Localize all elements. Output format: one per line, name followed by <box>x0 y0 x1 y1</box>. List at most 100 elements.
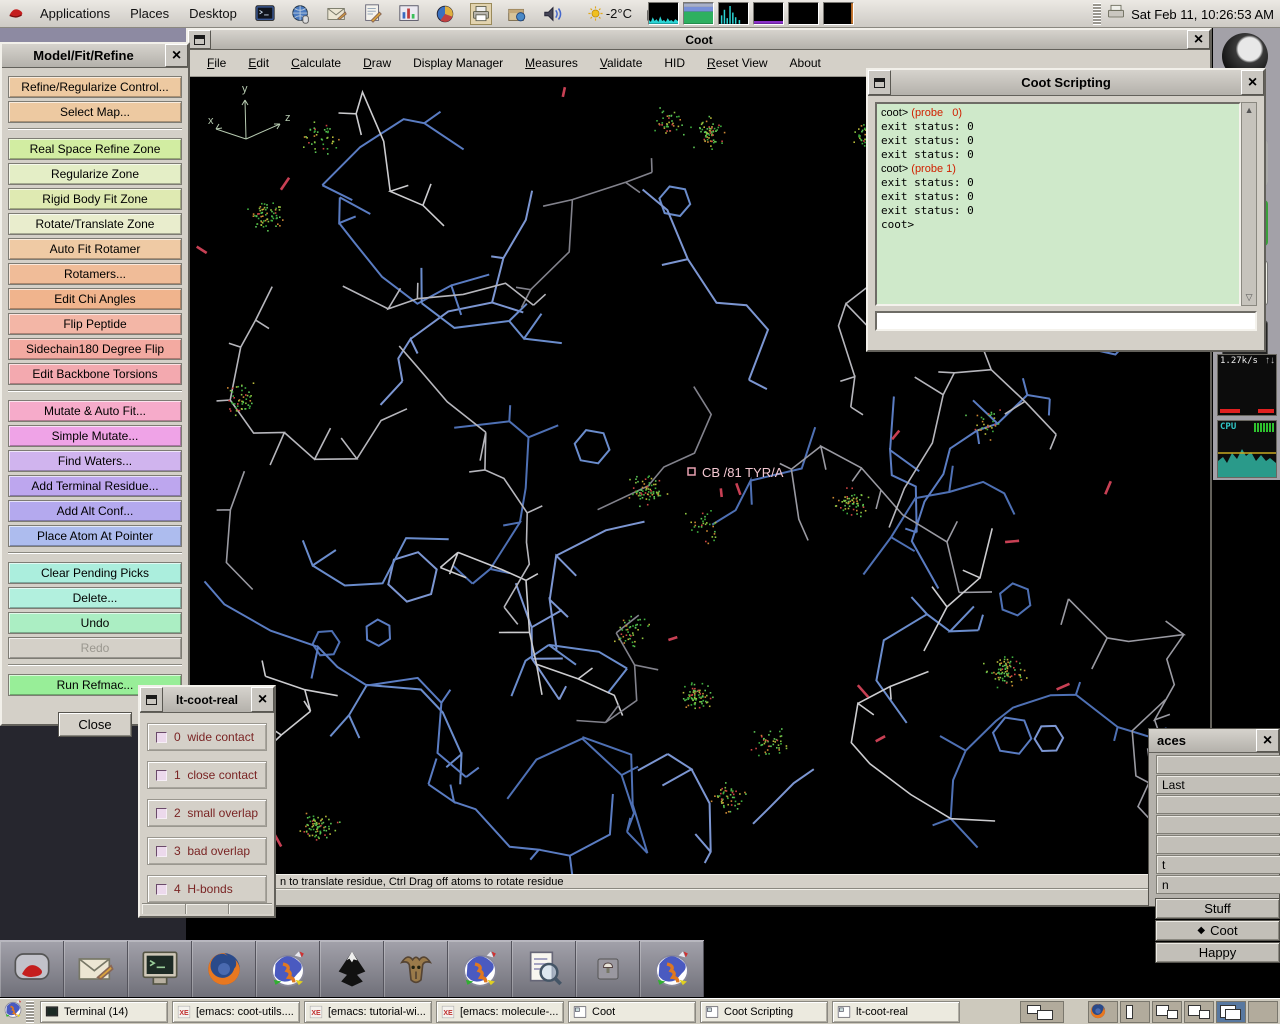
system-monitor-applet[interactable] <box>823 2 854 25</box>
window-menu-button[interactable] <box>188 30 211 49</box>
launcher-redhat[interactable] <box>0 941 64 997</box>
model-button-flip-peptide[interactable]: Flip Peptide <box>8 313 182 335</box>
model-button-sidechain180-degree-flip[interactable]: Sidechain180 Degree Flip <box>8 338 182 360</box>
pie-icon[interactable] <box>434 3 456 25</box>
menu-about[interactable]: About <box>779 51 832 75</box>
task-coot[interactable]: Coot <box>568 1001 696 1023</box>
launcher-coot[interactable] <box>448 941 512 997</box>
window-menu-button[interactable] <box>140 687 163 712</box>
model-button-edit-backbone-torsions[interactable]: Edit Backbone Torsions <box>8 363 182 385</box>
workspace-happy[interactable]: Happy <box>1155 942 1280 963</box>
menu-desktop[interactable]: Desktop <box>181 2 245 25</box>
workspace-cell[interactable] <box>1248 1001 1278 1023</box>
workspace-row[interactable]: t <box>1156 855 1280 874</box>
contact-toggle-1-close-contact[interactable]: 1 close contact <box>147 761 267 789</box>
menu-measures[interactable]: Measures <box>514 51 589 75</box>
launcher-coot[interactable] <box>640 941 704 997</box>
workspace-row[interactable]: Last <box>1156 775 1280 794</box>
model-button-select-map[interactable]: Select Map... <box>8 101 182 123</box>
email-icon[interactable] <box>326 3 348 25</box>
close-button[interactable]: × <box>251 687 274 712</box>
task-lt-coot-real[interactable]: lt-coot-real <box>832 1001 960 1023</box>
launcher-inkscape[interactable] <box>320 941 384 997</box>
printer-tray-icon[interactable] <box>1106 2 1126 27</box>
model-button-regularize-zone[interactable]: Regularize Zone <box>8 163 182 185</box>
workspace-row[interactable] <box>1156 795 1280 814</box>
weather-applet[interactable]: -2°C <box>587 5 632 22</box>
model-button-refine-regularize-control[interactable]: Refine/Regularize Control... <box>8 76 182 98</box>
contact-toggle-3-bad-overlap[interactable]: 3 bad overlap <box>147 837 267 865</box>
menu-places[interactable]: Places <box>122 2 177 25</box>
workspace-row[interactable]: n <box>1156 875 1280 894</box>
menu-display-manager[interactable]: Display Manager <box>402 51 514 75</box>
model-button-rigid-body-fit-zone[interactable]: Rigid Body Fit Zone <box>8 188 182 210</box>
chart-icon[interactable] <box>398 3 420 25</box>
task-emacs-coot-utils[interactable]: XE[emacs: coot-utils.... <box>172 1001 300 1023</box>
launcher-crt[interactable] <box>128 941 192 997</box>
model-close-button[interactable]: Close <box>58 712 132 737</box>
taskbar-grip[interactable] <box>26 1001 34 1023</box>
close-button[interactable]: × <box>1256 729 1279 752</box>
launcher-firefox[interactable] <box>192 941 256 997</box>
model-button-mutate-auto-fit[interactable]: Mutate & Auto Fit... <box>8 400 182 422</box>
workspace-cell[interactable] <box>1088 1001 1118 1023</box>
redhat-icon[interactable] <box>6 3 28 25</box>
model-button-rotate-translate-zone[interactable]: Rotate/Translate Zone <box>8 213 182 235</box>
menu-validate[interactable]: Validate <box>589 51 654 75</box>
system-monitor-applet[interactable] <box>753 2 784 25</box>
close-button[interactable]: × <box>1241 70 1264 95</box>
workspace-row[interactable] <box>1156 835 1280 854</box>
contact-toggle-2-small-overlap[interactable]: 2 small overlap <box>147 799 267 827</box>
launcher-email[interactable] <box>64 941 128 997</box>
close-button[interactable]: × <box>1187 30 1210 49</box>
workspace-cell[interactable] <box>1184 1001 1214 1023</box>
task-coot-scripting[interactable]: Coot Scripting <box>700 1001 828 1023</box>
contact-toggle-0-wide-contact[interactable]: 0 wide contact <box>147 723 267 751</box>
scripting-input[interactable] <box>875 311 1257 331</box>
clock[interactable]: Sat Feb 11, 10:26:53 AM <box>1131 7 1278 22</box>
menu-calculate[interactable]: Calculate <box>280 51 352 75</box>
model-button-add-terminal-residue[interactable]: Add Terminal Residue... <box>8 475 182 497</box>
workspace-row[interactable] <box>1156 755 1280 774</box>
panel-grip[interactable] <box>1093 3 1101 25</box>
model-button-clear-pending-picks[interactable]: Clear Pending Picks <box>8 562 182 584</box>
volume-icon[interactable] <box>542 3 564 25</box>
menu-draw[interactable]: Draw <box>352 51 402 75</box>
workspace-row[interactable] <box>1156 815 1280 834</box>
menu-applications[interactable]: Applications <box>32 2 118 25</box>
task-emacs-tutorial-wi[interactable]: XE[emacs: tutorial-wi... <box>304 1001 432 1023</box>
model-button-real-space-refine-zone[interactable]: Real Space Refine Zone <box>8 138 182 160</box>
system-monitor-applet[interactable] <box>648 2 679 25</box>
workspace-cell-active[interactable] <box>1216 1001 1246 1023</box>
contact-toggle-4-h-bonds[interactable]: 4 H-bonds <box>147 875 267 903</box>
launcher-gnu[interactable] <box>384 941 448 997</box>
model-button-delete[interactable]: Delete... <box>8 587 182 609</box>
workspace-stuff[interactable]: Stuff <box>1155 898 1280 919</box>
launcher-screem[interactable] <box>576 941 640 997</box>
model-button-undo[interactable]: Undo <box>8 612 182 634</box>
workspace-cell[interactable] <box>1120 1001 1150 1023</box>
menu-edit[interactable]: Edit <box>237 51 280 75</box>
model-button-place-atom-at-pointer[interactable]: Place Atom At Pointer <box>8 525 182 547</box>
scroll-up-icon[interactable]: ▲ <box>1245 103 1254 117</box>
model-button-redo[interactable]: Redo <box>8 637 182 659</box>
system-monitor-applet[interactable] <box>683 2 714 25</box>
system-monitor-applet[interactable] <box>788 2 819 25</box>
model-button-edit-chi-angles[interactable]: Edit Chi Angles <box>8 288 182 310</box>
menu-file[interactable]: File <box>196 51 237 75</box>
scroll-down-icon[interactable]: ▽ <box>1246 290 1253 305</box>
terminal-icon[interactable] <box>254 3 276 25</box>
model-button-simple-mutate[interactable]: Simple Mutate... <box>8 425 182 447</box>
document-icon[interactable] <box>362 3 384 25</box>
taskbar-app-icon[interactable] <box>3 999 23 1024</box>
workspace-coot[interactable]: ◆Coot <box>1155 920 1280 941</box>
launcher-coot[interactable] <box>256 941 320 997</box>
model-button-add-alt-conf[interactable]: Add Alt Conf... <box>8 500 182 522</box>
menu-hid[interactable]: HID <box>653 51 696 75</box>
window-list-icon[interactable] <box>1020 1001 1064 1023</box>
close-button[interactable]: × <box>165 44 188 67</box>
model-button-rotamers[interactable]: Rotamers... <box>8 263 182 285</box>
task-emacs-molecule[interactable]: XE[emacs: molecule-... <box>436 1001 564 1023</box>
menu-reset-view[interactable]: Reset View <box>696 51 778 75</box>
web-browser-icon[interactable] <box>290 3 312 25</box>
